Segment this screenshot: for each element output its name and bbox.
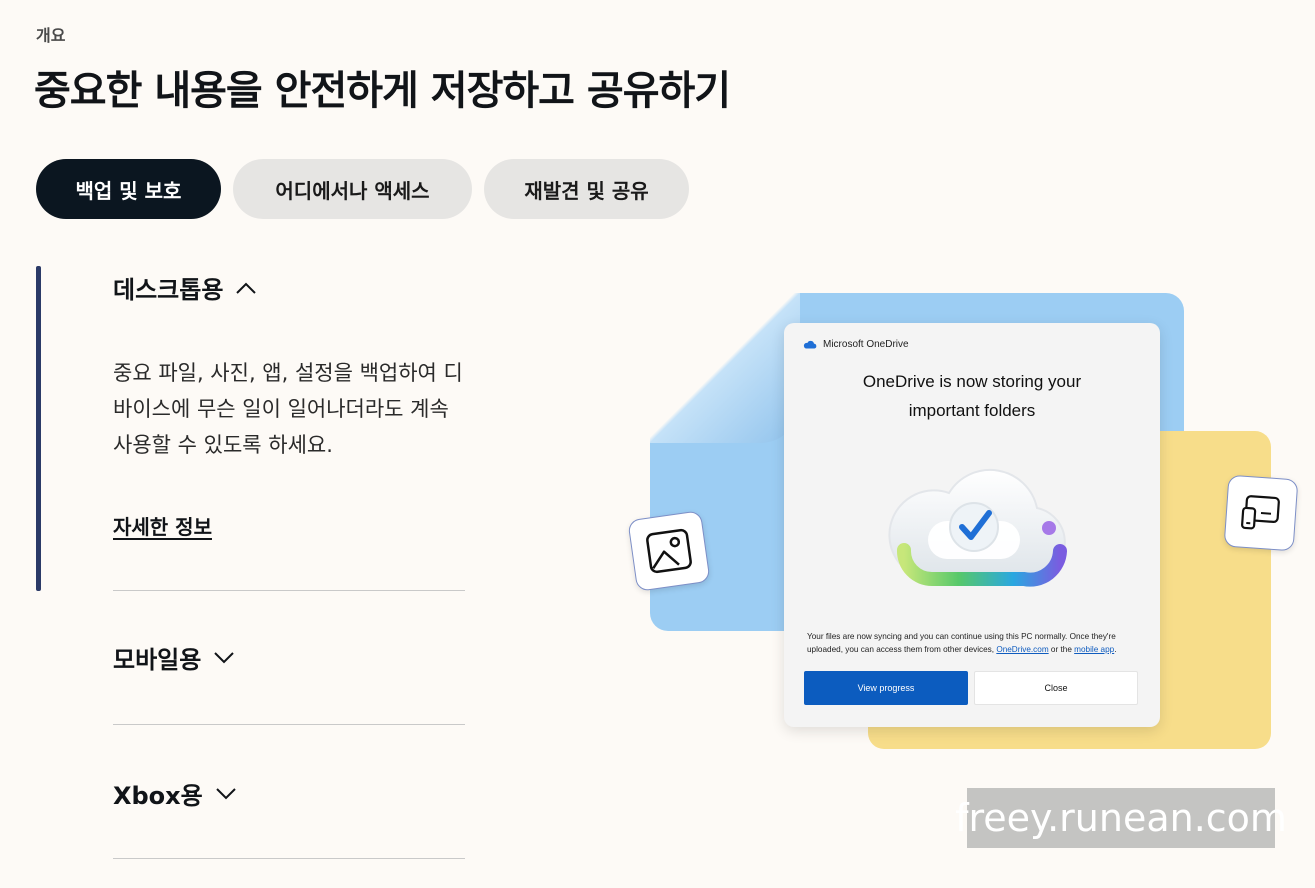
dialog-title: OneDrive is now storing your important f… — [784, 367, 1160, 425]
tab-access-anywhere[interactable]: 어디에서나 액세스 — [233, 159, 472, 219]
devices-icon — [1241, 495, 1280, 530]
close-button[interactable]: Close — [974, 671, 1138, 705]
cloud-check-icon — [888, 468, 1067, 587]
divider — [113, 590, 465, 591]
devices-tile — [1223, 474, 1299, 552]
eyebrow: 개요 — [36, 26, 66, 45]
image-icon — [646, 528, 692, 574]
image-tile — [627, 510, 711, 592]
accordion-mobile-header[interactable]: 모바일용 — [113, 640, 235, 675]
onedrive-dialog: Microsoft OneDrive OneDrive is now stori… — [784, 323, 1160, 727]
accordion-mobile-label: 모바일용 — [113, 646, 202, 674]
tab-rediscover-share[interactable]: 재발견 및 공유 — [484, 159, 689, 219]
view-progress-button[interactable]: View progress — [804, 671, 968, 705]
page-title: 중요한 내용을 안전하게 저장하고 공유하기 — [34, 68, 731, 114]
tab-list: 백업 및 보호 어디에서나 액세스 재발견 및 공유 — [36, 159, 689, 219]
folder-fold-corner — [650, 293, 800, 443]
dialog-message-part2: or the — [1048, 645, 1075, 654]
accordion-desktop-label: 데스크톱용 — [113, 276, 224, 304]
chevron-down-icon — [216, 787, 236, 799]
chevron-up-icon — [236, 282, 257, 294]
active-accent-bar — [36, 266, 41, 591]
dialog-title-line2: important folders — [908, 401, 1036, 420]
onedrive-illustration: Microsoft OneDrive OneDrive is now stori… — [620, 285, 1310, 765]
dialog-title-line1: OneDrive is now storing your — [862, 372, 1082, 391]
accordion-desktop-body: 중요 파일, 사진, 앱, 설정을 백업하여 디바이스에 무슨 일이 일어나더라… — [113, 361, 463, 457]
chevron-down-icon — [214, 651, 235, 663]
onedrive-link[interactable]: OneDrive.com — [996, 645, 1048, 654]
dialog-message-part3: . — [1114, 645, 1117, 654]
divider — [113, 858, 465, 859]
accordion-xbox-header[interactable]: Xbox용 — [113, 776, 237, 811]
mobile-app-link[interactable]: mobile app — [1074, 645, 1114, 654]
learn-more-link[interactable]: 자세한 정보 — [113, 511, 212, 540]
dialog-brand-label: Microsoft OneDrive — [823, 339, 909, 350]
dialog-brand: Microsoft OneDrive — [803, 339, 909, 350]
accordion-desktop-header[interactable]: 데스크톱용 — [113, 270, 257, 305]
accordion-xbox-label: Xbox용 — [113, 782, 203, 810]
watermark: freey.runean.com — [955, 788, 1287, 848]
tab-backup-protect[interactable]: 백업 및 보호 — [36, 159, 221, 219]
dialog-message: Your files are now syncing and you can c… — [807, 630, 1142, 656]
divider — [113, 724, 465, 725]
onedrive-cloud-icon — [803, 340, 817, 349]
